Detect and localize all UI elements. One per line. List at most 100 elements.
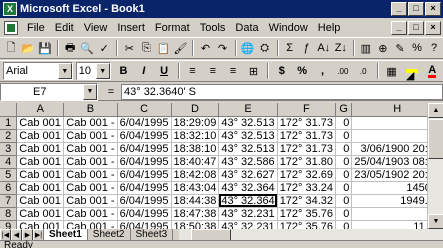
vertical-scroll-thumb[interactable] [428,119,443,159]
column-header-g[interactable]: G [335,103,353,117]
align-left-icon[interactable]: ≡ [183,62,202,80]
cell-f3[interactable]: 172° 31.73 [277,142,337,156]
cell-a4[interactable]: Cab 001 [16,155,65,169]
cell-c4[interactable]: 6/04/1995 [117,155,172,169]
cell-e6[interactable]: 43° 32.364 [218,181,278,195]
cell-g5[interactable]: 0 [335,168,353,182]
close-button[interactable]: × [425,2,441,16]
font-name-select[interactable]: Arial ▼ [3,62,73,80]
scroll-up-icon[interactable]: ▲ [428,103,443,118]
doc-minimize-button[interactable]: _ [391,20,407,35]
row-header[interactable]: 8 [0,207,18,221]
cell-d6[interactable]: 18:43:04 [171,181,220,195]
row-header[interactable]: 9 [0,220,18,229]
align-center-icon[interactable]: ≡ [203,62,222,80]
scroll-down-icon[interactable]: ▼ [428,214,443,229]
cell-c1[interactable]: 6/04/1995 [117,116,172,130]
menu-data[interactable]: Data [230,22,263,34]
cell-b1[interactable]: Cab 001 - [63,116,118,130]
cell-b7[interactable]: Cab 001 - [63,194,118,208]
drawing-icon[interactable]: ✎ [392,39,408,57]
cell-a7[interactable]: Cab 001 [16,194,65,208]
row-header[interactable]: 7 [0,194,18,208]
cell-g6[interactable]: 0 [335,181,353,195]
comma-button[interactable]: , [313,62,332,80]
save-icon[interactable]: 💾 [37,39,53,57]
web-toolbar-icon[interactable]: ⛭ [257,39,273,57]
cell-b3[interactable]: Cab 001 - [63,142,118,156]
italic-button[interactable]: I [134,62,153,80]
menu-format[interactable]: Format [150,22,195,34]
function-icon[interactable]: ƒ [299,39,315,57]
menu-help[interactable]: Help [313,22,346,34]
cell-c3[interactable]: 6/04/1995 [117,142,172,156]
row-header[interactable]: 1 [0,116,18,130]
undo-icon[interactable]: ↶ [197,39,213,57]
name-box[interactable]: E7 ▼ [0,82,98,101]
cell-c8[interactable]: 6/04/1995 [117,207,172,221]
vertical-scrollbar[interactable]: ▲ ▼ [427,103,443,229]
cell-b9[interactable]: Cab 001 - [63,220,118,229]
new-icon[interactable]: 🗋 [3,39,19,57]
doc-close-button[interactable]: × [425,20,441,35]
cell-b6[interactable]: Cab 001 - [63,181,118,195]
cell-g4[interactable]: 0 [335,155,353,169]
fill-color-icon[interactable]: ◢ [402,62,421,82]
cell-c7[interactable]: 6/04/1995 [117,194,172,208]
bold-button[interactable]: B [114,62,133,80]
cell-a6[interactable]: Cab 001 [16,181,65,195]
cell-d5[interactable]: 18:42:08 [171,168,220,182]
cell-b4[interactable]: Cab 001 - [63,155,118,169]
cell-g9[interactable]: 0 [335,220,353,229]
menu-view[interactable]: View [79,22,113,34]
cell-e5[interactable]: 43° 32.627 [218,168,278,182]
row-header[interactable]: 2 [0,129,18,143]
cell-e7[interactable]: 43° 32.364 [218,194,278,208]
autosum-icon[interactable]: Σ [282,39,298,57]
chart-wizard-icon[interactable]: ▥ [358,39,374,57]
merge-center-icon[interactable]: ⊞ [244,62,263,80]
cell-b8[interactable]: Cab 001 - [63,207,118,221]
cell-b5[interactable]: Cab 001 - [63,168,118,182]
worksheet-grid[interactable]: ABCDEFGH 1 Cab 001 Cab 001 -6/04/1995 18:29… [0,103,443,229]
cell-c2[interactable]: 6/04/1995 [117,129,172,143]
borders-icon[interactable]: ▦ [382,62,401,80]
cell-g2[interactable]: 0 [335,129,353,143]
paste-icon[interactable]: 📋 [155,39,171,57]
workbook-icon[interactable] [4,20,18,35]
help-icon[interactable]: ? [426,39,442,57]
cell-e4[interactable]: 43° 32.586 [218,155,278,169]
cell-e1[interactable]: 43° 32.513 [218,116,278,130]
currency-button[interactable]: $ [272,62,291,80]
cell-a3[interactable]: Cab 001 [16,142,65,156]
redo-icon[interactable]: ↷ [215,39,231,57]
cell-g1[interactable]: 0 [335,116,353,130]
align-right-icon[interactable]: ≡ [223,62,242,80]
menu-edit[interactable]: Edit [50,22,79,34]
map-icon[interactable]: ⊕ [375,39,391,57]
column-header-b[interactable]: B [63,103,118,117]
formula-equals-label[interactable]: = [101,86,121,98]
cell-d3[interactable]: 18:38:10 [171,142,220,156]
decrease-decimal-button[interactable]: .0 [354,62,373,80]
minimize-button[interactable]: _ [391,2,407,16]
underline-button[interactable]: U [154,62,173,80]
print-icon[interactable]: 🖶 [62,39,78,57]
percent-button[interactable]: % [293,62,312,80]
maximize-button[interactable]: □ [408,2,424,16]
formula-input[interactable]: 43° 32.3640' S [121,83,443,100]
cell-f9[interactable]: 172° 35.76 [277,220,337,229]
row-header[interactable]: 3 [0,142,18,156]
cut-icon[interactable]: ✂ [121,39,137,57]
cell-c5[interactable]: 6/04/1995 [117,168,172,182]
doc-restore-button[interactable]: □ [408,20,424,35]
zoom-icon[interactable]: % [409,39,425,57]
excel-app-icon[interactable]: X [3,2,17,16]
font-color-icon[interactable]: A [423,62,442,80]
cell-c6[interactable]: 6/04/1995 [117,181,172,195]
cell-d1[interactable]: 18:29:09 [171,116,220,130]
menu-tools[interactable]: Tools [195,22,231,34]
row-header[interactable]: 4 [0,155,18,169]
select-all-corner[interactable] [0,103,18,117]
row-header[interactable]: 6 [0,181,18,195]
